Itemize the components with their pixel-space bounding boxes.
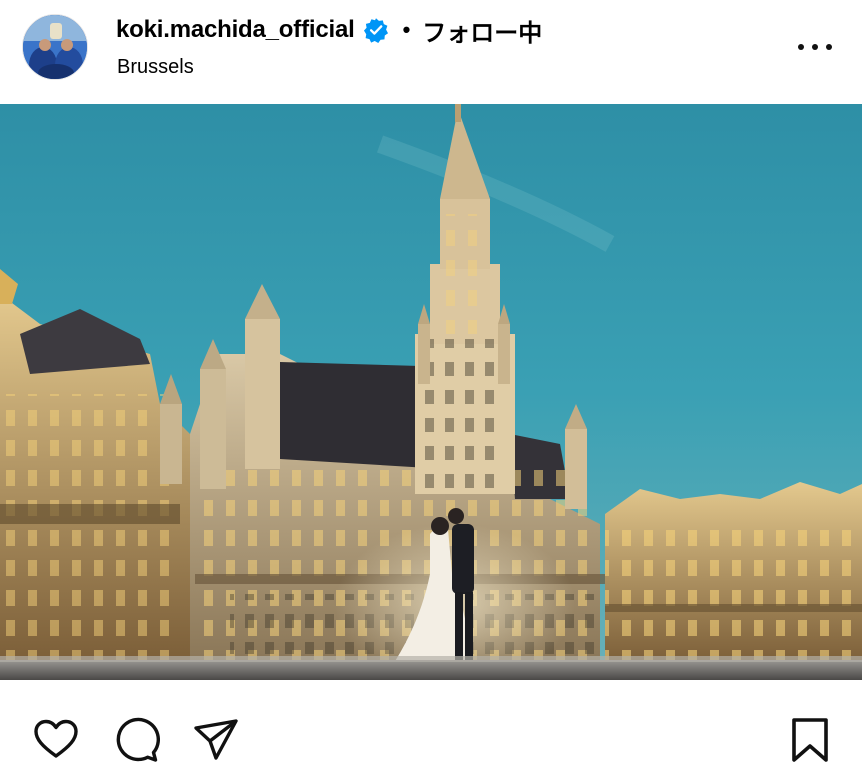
comment-icon[interactable] — [112, 716, 160, 764]
heart-icon[interactable] — [32, 716, 80, 764]
location-link[interactable]: Brussels — [117, 56, 194, 79]
post-photo[interactable] — [0, 104, 862, 680]
avatar[interactable] — [22, 14, 88, 80]
more-dot — [826, 44, 832, 50]
post-actions — [0, 680, 862, 773]
user-row: koki.machida_official • フォロー中 — [116, 13, 542, 47]
verified-badge-icon — [363, 17, 389, 43]
more-dot — [812, 44, 818, 50]
more-dot — [798, 44, 804, 50]
separator-dot: • — [402, 17, 411, 42]
username[interactable]: koki.machida_official — [116, 16, 355, 44]
post-header: koki.machida_official • フォロー中 Brussels — [0, 0, 862, 104]
bookmark-icon[interactable] — [786, 716, 834, 764]
following-button[interactable]: フォロー中 — [422, 13, 542, 48]
right-buildings — [605, 482, 862, 664]
more-options-icon[interactable] — [792, 36, 838, 58]
share-icon[interactable] — [192, 716, 240, 764]
